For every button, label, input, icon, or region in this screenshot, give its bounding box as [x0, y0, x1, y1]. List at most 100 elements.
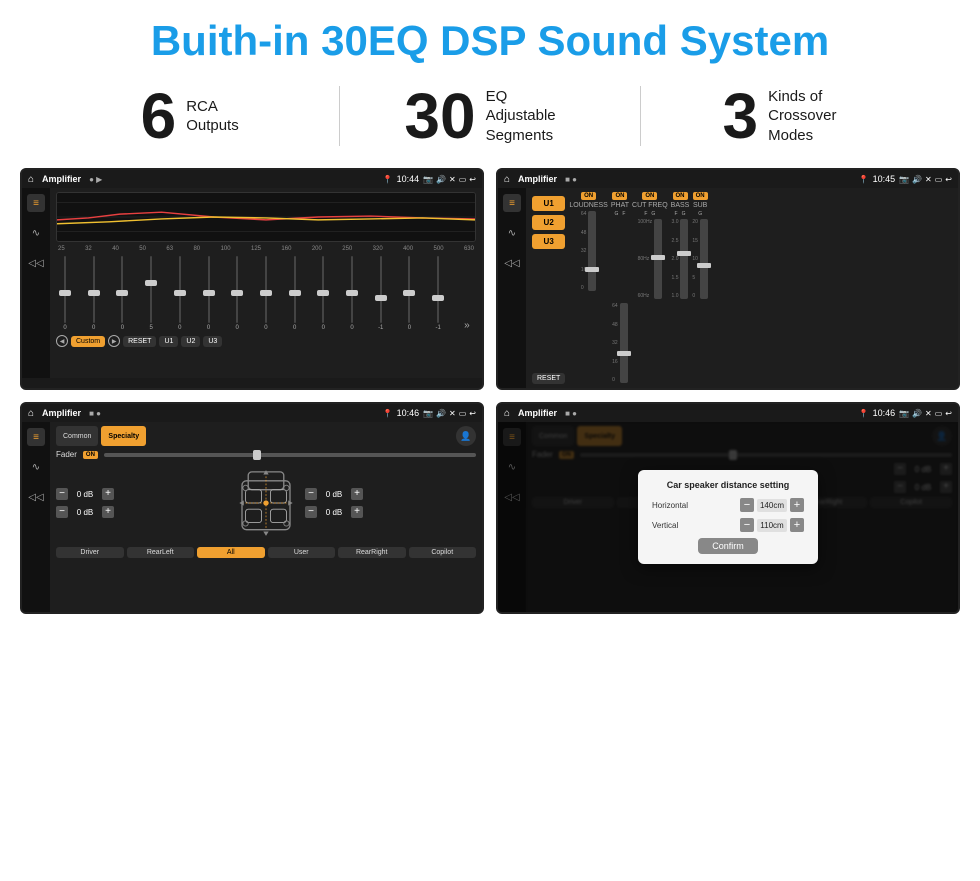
fader-on-badge[interactable]: ON — [83, 451, 98, 459]
eq-slider-5[interactable]: 0 — [202, 256, 216, 331]
time-3: 10:46 — [397, 408, 420, 418]
user-icon-3[interactable]: 👤 — [456, 426, 476, 446]
ch-slider-phat[interactable] — [620, 303, 628, 383]
eq-slider-1[interactable]: 0 — [87, 256, 101, 331]
status-icons-1: 📷 🔊 ✕ ▭ ↩ — [423, 175, 476, 184]
eq-slider-8[interactable]: 0 — [288, 256, 302, 331]
u3-preset[interactable]: U3 — [532, 234, 565, 249]
tab-common-3[interactable]: Common — [56, 426, 98, 446]
on-badge-sub[interactable]: ON — [693, 192, 708, 200]
prev-btn[interactable]: ◀ — [56, 335, 68, 347]
sidebar-wave-icon-2[interactable]: ∿ — [503, 224, 521, 242]
u1-preset[interactable]: U1 — [532, 196, 565, 211]
sidebar-eq-icon-3[interactable]: ≡ — [27, 428, 45, 446]
db-plus-rr[interactable]: + — [351, 506, 363, 518]
eq-slider-2[interactable]: 0 — [115, 256, 129, 331]
on-badge-loudness[interactable]: ON — [581, 192, 596, 200]
user-btn-3[interactable]: User — [268, 547, 336, 558]
db-plus-fl[interactable]: + — [102, 488, 114, 500]
driver-btn-3[interactable]: Driver — [56, 547, 124, 558]
location-icon-4: 📍 — [859, 409, 869, 418]
eq-slider-3[interactable]: 5 — [144, 256, 158, 331]
fader-slider[interactable] — [104, 453, 476, 457]
ch-slider-cutfreq[interactable] — [654, 219, 662, 299]
tab-specialty-3[interactable]: Specialty — [101, 426, 146, 446]
db-plus-rl[interactable]: + — [102, 506, 114, 518]
custom-btn[interactable]: Custom — [71, 336, 105, 347]
on-badge-cutfreq[interactable]: ON — [642, 192, 657, 200]
stat-number-eq: 30 — [404, 84, 475, 148]
back-icon-3[interactable]: ↩ — [469, 409, 476, 418]
on-badge-bass[interactable]: ON — [673, 192, 688, 200]
reset-btn-1[interactable]: RESET — [123, 336, 156, 347]
eq-slider-7[interactable]: 0 — [259, 256, 273, 331]
sidebar-eq-icon[interactable]: ≡ — [27, 194, 45, 212]
rearright-btn-3[interactable]: RearRight — [338, 547, 406, 558]
close-icon-3: ✕ — [449, 409, 456, 418]
eq-slider-9[interactable]: 0 — [316, 256, 330, 331]
db-plus-fr[interactable]: + — [351, 488, 363, 500]
home-icon[interactable] — [28, 174, 34, 185]
next-btn[interactable]: ▶ — [108, 335, 120, 347]
dialog-minus-vertical[interactable]: − — [740, 518, 754, 532]
home-icon-3[interactable] — [28, 408, 34, 419]
eq-slider-0[interactable]: 0 — [58, 256, 72, 331]
db-minus-fr[interactable]: − — [305, 488, 317, 500]
eq-slider-13[interactable]: -1 — [431, 256, 445, 331]
dialog-plus-horizontal[interactable]: + — [790, 498, 804, 512]
dialog-value-vertical: 110cm — [757, 519, 787, 532]
ch-slider-sub[interactable] — [700, 219, 708, 299]
eq-slider-4[interactable]: 0 — [173, 256, 187, 331]
db-minus-rr[interactable]: − — [305, 506, 317, 518]
ch-slider-bass[interactable] — [680, 219, 688, 299]
u1-btn-1[interactable]: U1 — [159, 336, 178, 347]
eq-slider-11[interactable]: -1 — [374, 256, 388, 331]
screen-amp: Amplifier ■ ● 📍 10:45 📷 🔊 ✕ ▭ ↩ ≡ ∿ ◁◁ U… — [496, 168, 960, 390]
ch-slider-loudness[interactable] — [588, 211, 596, 291]
sidebar-eq-icon-2[interactable]: ≡ — [503, 194, 521, 212]
sidebar-vol-icon-3[interactable]: ◁◁ — [27, 488, 45, 506]
sidebar-vol-icon[interactable]: ◁◁ — [27, 254, 45, 272]
confirm-button[interactable]: Confirm — [698, 538, 758, 554]
dot-indicator-1: ● ▶ — [89, 175, 102, 184]
back-icon-1[interactable]: ↩ — [469, 175, 476, 184]
dialog-plus-vertical[interactable]: + — [790, 518, 804, 532]
time-4: 10:46 — [873, 408, 896, 418]
on-badge-phat[interactable]: ON — [612, 192, 627, 200]
dialog-minus-horizontal[interactable]: − — [740, 498, 754, 512]
db-minus-fl[interactable]: − — [56, 488, 68, 500]
eq-slider-expand[interactable]: » — [460, 256, 474, 331]
channel-loudness: ON LOUDNESS 644832160 — [569, 192, 608, 384]
dialog-label-horizontal: Horizontal — [652, 501, 702, 510]
u2-preset[interactable]: U2 — [532, 215, 565, 230]
screen-dialog: Amplifier ■ ● 📍 10:46 📷 🔊 ✕ ▭ ↩ ≡ ∿ ◁◁ C… — [496, 402, 960, 614]
eq-slider-12[interactable]: 0 — [402, 256, 416, 331]
eq-sliders: 0 0 0 5 0 — [56, 256, 476, 331]
volume-icon-3: 🔊 — [436, 409, 446, 418]
u3-btn-1[interactable]: U3 — [203, 336, 222, 347]
rearleft-btn-3[interactable]: RearLeft — [127, 547, 195, 558]
back-icon-2[interactable]: ↩ — [945, 175, 952, 184]
u2-btn-1[interactable]: U2 — [181, 336, 200, 347]
car-diagram — [231, 463, 301, 543]
screen-body-1: ≡ ∿ ◁◁ — [22, 188, 482, 378]
reset-btn-2[interactable]: RESET — [532, 373, 565, 384]
db-minus-rl[interactable]: − — [56, 506, 68, 518]
eq-slider-6[interactable]: 0 — [230, 256, 244, 331]
home-icon-2[interactable] — [504, 174, 510, 185]
status-icons-3: 📷 🔊 ✕ ▭ ↩ — [423, 409, 476, 418]
sidebar-wave-icon[interactable]: ∿ — [27, 224, 45, 242]
time-2: 10:45 — [873, 174, 896, 184]
sidebar-wave-icon-3[interactable]: ∿ — [27, 458, 45, 476]
dot-indicator-2: ■ ● — [565, 175, 577, 184]
window-icon-1: ▭ — [459, 175, 467, 184]
sidebar-vol-icon-2[interactable]: ◁◁ — [503, 254, 521, 272]
eq-slider-10[interactable]: 0 — [345, 256, 359, 331]
status-icons-4: 📷 🔊 ✕ ▭ ↩ — [899, 409, 952, 418]
all-btn-3[interactable]: All — [197, 547, 265, 558]
app-title-3: Amplifier — [42, 408, 81, 418]
back-icon-4[interactable]: ↩ — [945, 409, 952, 418]
home-icon-4[interactable] — [504, 408, 510, 419]
eq-graph — [56, 192, 476, 242]
copilot-btn-3[interactable]: Copilot — [409, 547, 477, 558]
